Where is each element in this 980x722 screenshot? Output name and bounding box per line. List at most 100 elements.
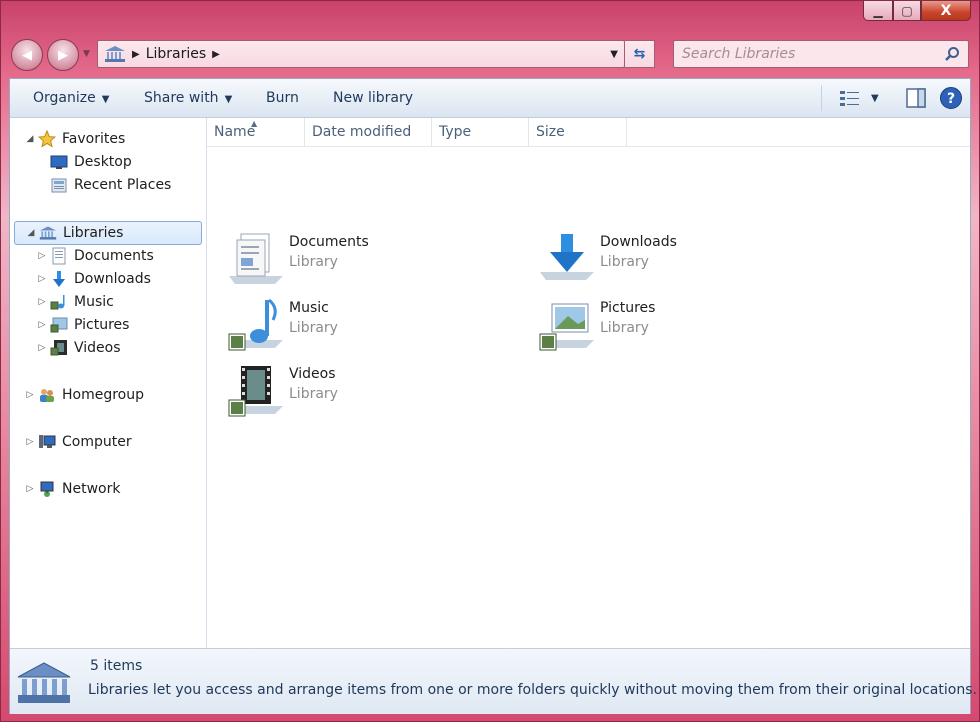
collapsed-triangle-icon[interactable]: ▷: [36, 343, 48, 353]
tree-item-label: Recent Places: [74, 177, 172, 193]
share-with-label: Share with: [144, 90, 219, 106]
library-type: Library: [289, 320, 338, 336]
library-item-downloads[interactable]: Downloads Library: [538, 230, 838, 290]
tree-homegroup[interactable]: ▷ Homegroup: [24, 384, 144, 406]
back-button[interactable]: ◀: [11, 39, 43, 71]
column-name[interactable]: ▲ Name: [207, 118, 305, 146]
item-count: 5 items: [90, 658, 143, 674]
tree-item-label: Videos: [74, 340, 121, 356]
tree-favorites[interactable]: ◢ Favorites: [24, 128, 125, 150]
collapsed-triangle-icon[interactable]: ▷: [36, 251, 48, 261]
column-type[interactable]: Type: [432, 118, 529, 146]
pictures-library-icon: [539, 303, 594, 351]
breadcrumb-separator-icon[interactable]: ▶: [132, 49, 140, 60]
tree-item-downloads[interactable]: ▷ Downloads: [36, 268, 151, 290]
collapsed-triangle-icon[interactable]: ▷: [36, 274, 48, 284]
change-view-button[interactable]: ▼: [839, 85, 887, 111]
tree-item-pictures[interactable]: ▷ Pictures: [36, 314, 130, 336]
pictures-icon: [50, 316, 68, 334]
address-history-dropdown[interactable]: ▼: [610, 49, 618, 60]
column-headers: ▲ Name Date modified Type Size: [207, 118, 970, 147]
organize-label: Organize: [33, 90, 96, 106]
tree-item-label: Documents: [74, 248, 154, 264]
tree-item-label: Pictures: [74, 317, 130, 333]
library-type: Library: [600, 320, 649, 336]
tree-libraries[interactable]: ◢ Libraries: [14, 221, 202, 245]
expanded-triangle-icon[interactable]: ◢: [24, 134, 36, 144]
forward-button[interactable]: ▶: [47, 39, 79, 71]
library-item-pictures[interactable]: Pictures Library: [538, 296, 838, 356]
tree-item-label: Downloads: [74, 271, 151, 287]
documents-library-icon: [229, 233, 283, 284]
tree-item-desktop[interactable]: Desktop: [48, 151, 132, 173]
tree-favorites-label: Favorites: [62, 131, 126, 147]
column-size[interactable]: Size: [529, 118, 627, 146]
library-name: Downloads: [600, 234, 677, 250]
burn-button[interactable]: Burn: [266, 79, 299, 117]
network-icon: [38, 480, 56, 498]
forward-arrow-icon: ▶: [58, 47, 68, 63]
libraries-icon: [105, 46, 125, 62]
breadcrumb-libraries[interactable]: Libraries: [146, 46, 206, 62]
tree-item-documents[interactable]: ▷ Documents: [36, 245, 154, 267]
collapsed-triangle-icon[interactable]: ▷: [36, 297, 48, 307]
preview-pane-icon: [906, 88, 926, 108]
collapsed-triangle-icon[interactable]: ▷: [24, 484, 36, 494]
desktop-icon: [50, 153, 68, 171]
new-library-button[interactable]: New library: [333, 79, 413, 117]
downloads-library-icon: [540, 234, 594, 280]
music-library-icon: [228, 298, 283, 351]
details-pane: 5 items Libraries let you access and arr…: [10, 648, 977, 714]
tree-computer[interactable]: ▷ Computer: [24, 431, 132, 453]
search-box[interactable]: Search Libraries: [673, 40, 969, 68]
sort-ascending-icon: ▲: [251, 119, 258, 128]
library-name: Documents: [289, 234, 369, 250]
file-list: ▲ Name Date modified Type Size Documents…: [207, 118, 970, 648]
recent-places-icon: [50, 176, 68, 194]
document-icon: [50, 247, 68, 265]
search-icon[interactable]: [944, 46, 960, 62]
tree-item-music[interactable]: ▷ Music: [36, 291, 114, 313]
recent-pages-dropdown[interactable]: ▼: [83, 49, 90, 59]
tree-item-label: Desktop: [74, 154, 132, 170]
library-item-music[interactable]: Music Library: [227, 296, 527, 356]
tree-homegroup-label: Homegroup: [62, 387, 145, 403]
film-strip-icon: [50, 339, 68, 357]
chevron-down-icon[interactable]: ▼: [871, 93, 879, 104]
collapsed-triangle-icon[interactable]: ▷: [24, 437, 36, 447]
maximize-button[interactable]: ▢: [893, 1, 921, 21]
explorer-client-area: Organize ▼ Share with ▼ Burn New library ▼: [9, 78, 977, 714]
collapsed-triangle-icon[interactable]: ▷: [36, 320, 48, 330]
collapsed-triangle-icon[interactable]: ▷: [24, 390, 36, 400]
tree-item-recent-places[interactable]: Recent Places: [48, 174, 171, 196]
address-bar[interactable]: ▶ Libraries ▶ ▼: [97, 40, 625, 68]
minimize-button[interactable]: ▁: [863, 1, 893, 21]
close-button[interactable]: X: [921, 1, 971, 21]
star-icon: [38, 130, 56, 148]
videos-library-icon: [228, 366, 283, 417]
tree-network[interactable]: ▷ Network: [24, 478, 120, 500]
breadcrumb-chevron-icon[interactable]: ▶: [212, 49, 220, 60]
help-icon: ?: [940, 87, 962, 109]
library-name: Videos: [289, 366, 336, 382]
organize-menu[interactable]: Organize ▼: [33, 79, 109, 117]
computer-icon: [38, 433, 56, 451]
search-input[interactable]: Search Libraries: [682, 46, 944, 62]
libraries-icon: [17, 662, 71, 703]
library-item-documents[interactable]: Documents Library: [227, 230, 527, 290]
preview-pane-button[interactable]: [905, 85, 927, 111]
expanded-triangle-icon[interactable]: ◢: [25, 228, 37, 238]
library-type: Library: [600, 254, 649, 270]
library-item-videos[interactable]: Videos Library: [227, 362, 527, 422]
music-note-icon: [50, 293, 68, 311]
column-date-modified[interactable]: Date modified: [305, 118, 432, 146]
library-type: Library: [289, 254, 338, 270]
homegroup-icon: [38, 386, 56, 404]
refresh-button[interactable]: ⇆: [625, 40, 655, 68]
back-arrow-icon: ◀: [22, 47, 32, 63]
share-with-menu[interactable]: Share with ▼: [144, 79, 232, 117]
help-button[interactable]: ?: [939, 85, 963, 111]
chevron-down-icon: ▼: [224, 94, 233, 105]
tree-item-videos[interactable]: ▷ Videos: [36, 337, 121, 359]
command-bar: Organize ▼ Share with ▼ Burn New library ▼: [10, 79, 970, 118]
